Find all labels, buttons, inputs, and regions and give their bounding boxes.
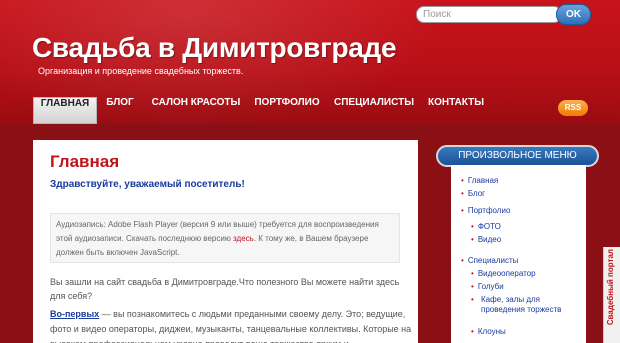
sidebar-item-blog[interactable]: • Блог: [461, 189, 485, 198]
nav-item-specialists[interactable]: СПЕЦИАЛИСТЫ: [334, 97, 414, 124]
sidebar-item-videographer[interactable]: • Видеооператор: [471, 269, 536, 278]
nav-item-beauty-salon[interactable]: САЛОН КРАСОТЫ: [150, 97, 242, 124]
site-tagline: Организация и проведение свадебных торже…: [38, 66, 244, 76]
greeting-text: Здравствуйте, уважаемый посетитель!: [50, 179, 245, 190]
bullet-icon: •: [461, 256, 464, 265]
bullet-icon: •: [471, 295, 474, 304]
side-banner-text: Свадебный портал: [606, 249, 615, 326]
first-point-paragraph: Во-первых — вы познакомитесь с людьми пр…: [50, 307, 412, 343]
audio-player-notice: Аудиозапись: Adobe Flash Player (версия …: [50, 213, 400, 263]
sidebar-item-clowns[interactable]: • Клоуны: [471, 327, 506, 336]
bullet-icon: •: [471, 269, 474, 278]
nav-item-portfolio[interactable]: ПОРТФОЛИО: [252, 97, 322, 124]
nav-item-blog[interactable]: БЛОГ: [102, 97, 138, 124]
main-nav: ГЛАВНАЯ БЛОГ САЛОН КРАСОТЫ ПОРТФОЛИО СПЕ…: [0, 97, 620, 124]
search-ok-button[interactable]: OK: [556, 4, 591, 25]
sidebar-item-portfolio[interactable]: • Портфолио: [461, 206, 510, 215]
bullet-icon: •: [471, 327, 474, 336]
sidebar-item-photo[interactable]: • ФОТО: [471, 222, 501, 231]
bullet-icon: •: [471, 235, 474, 244]
bullet-icon: •: [471, 222, 474, 231]
nav-item-contacts[interactable]: КОНТАКТЫ: [426, 97, 486, 124]
sidebar-menu-title: ПРОИЗВОЛЬНОЕ МЕНЮ: [436, 145, 599, 167]
first-point-text: — вы познакомитесь с людьми преданными с…: [50, 309, 412, 343]
sidebar-item-video[interactable]: • Видео: [471, 235, 501, 244]
bullet-icon: •: [461, 176, 464, 185]
bullet-icon: •: [471, 282, 474, 291]
page-title: Главная: [50, 152, 120, 171]
sidebar-menu: • Главная • Блог • Портфолио • ФОТО • Видео •…: [451, 165, 586, 343]
sidebar-item-doves[interactable]: • Голуби: [471, 282, 504, 291]
side-banner[interactable]: Свадебный портал: [603, 247, 620, 343]
sidebar-item-specialists[interactable]: • Специалисты: [461, 256, 518, 265]
site-title[interactable]: Свадьба в Димитровграде: [32, 32, 397, 64]
audio-download-link[interactable]: здесь: [233, 234, 254, 243]
bullet-icon: •: [461, 206, 464, 215]
rss-button[interactable]: RSS: [558, 100, 588, 116]
bullet-icon: •: [461, 189, 464, 198]
intro-paragraph: Вы зашли на сайт свадьба в Димитровграде…: [50, 277, 400, 301]
sidebar-item-cafes[interactable]: • Кафе, залы для проведения торжеств: [471, 295, 566, 315]
search-input[interactable]: [416, 6, 562, 23]
main-content: Главная Здравствуйте, уважаемый посетите…: [33, 140, 418, 343]
nav-item-home[interactable]: ГЛАВНАЯ: [33, 97, 97, 124]
sidebar-item-home[interactable]: • Главная: [461, 176, 498, 185]
first-point-link[interactable]: Во-первых: [50, 309, 99, 319]
